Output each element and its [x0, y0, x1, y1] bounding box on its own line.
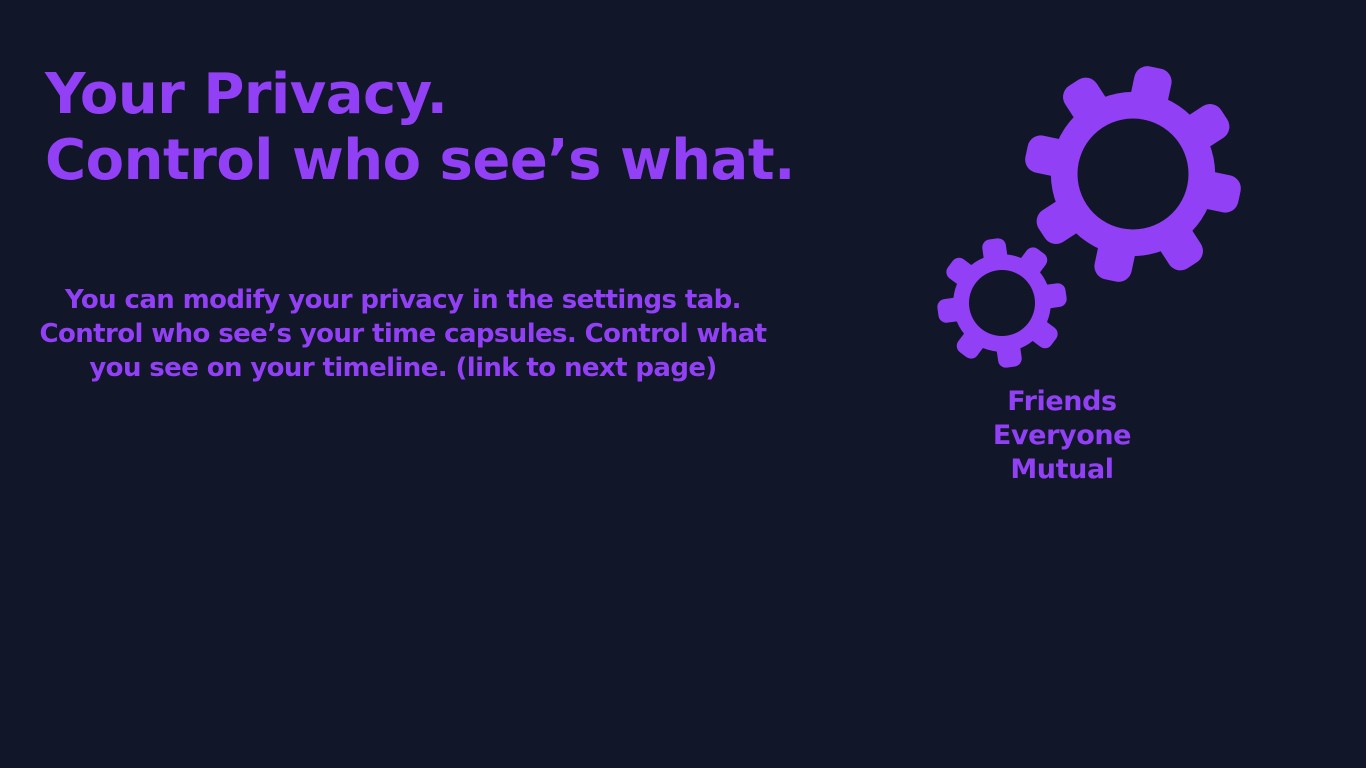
- title-line-2: Control who see’s what.: [45, 128, 795, 193]
- page-title: Your Privacy. Control who see’s what.: [45, 62, 795, 194]
- privacy-description: You can modify your privacy in the setti…: [39, 285, 768, 383]
- gears-icon: [930, 55, 1250, 375]
- privacy-option-friends[interactable]: Friends: [962, 385, 1162, 419]
- privacy-option-everyone[interactable]: Everyone: [962, 419, 1162, 453]
- small-gear-icon: [937, 238, 1067, 368]
- privacy-options-list: Friends Everyone Mutual: [962, 385, 1162, 487]
- privacy-option-mutual[interactable]: Mutual: [962, 453, 1162, 487]
- title-line-1: Your Privacy.: [45, 62, 448, 127]
